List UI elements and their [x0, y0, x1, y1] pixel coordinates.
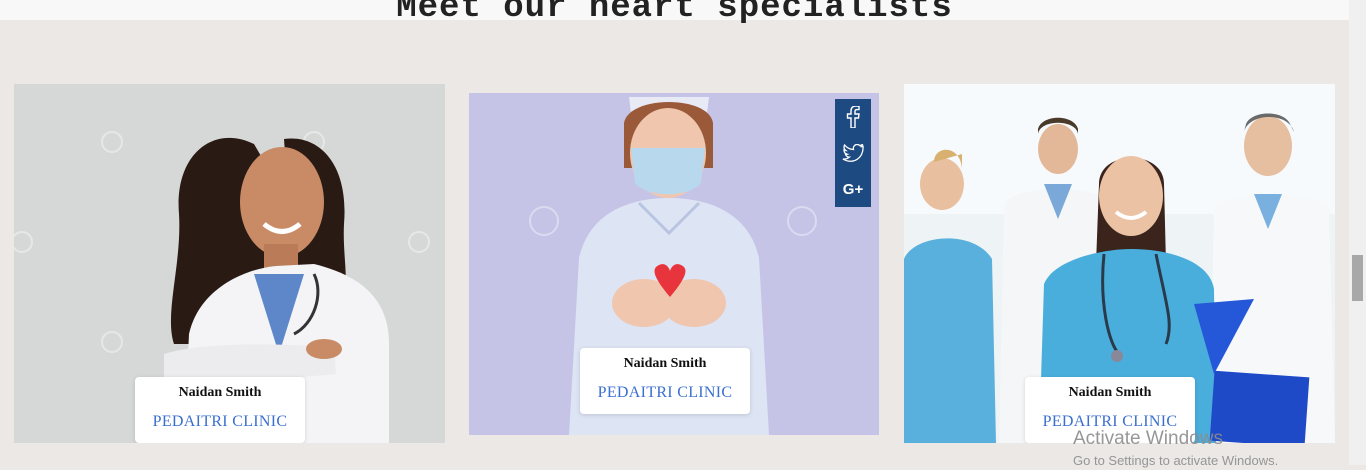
doctor-label-2: Naidan Smith PEDAITRI CLINIC: [580, 348, 750, 414]
activate-windows-hint: Go to Settings to activate Windows.: [1073, 453, 1279, 468]
doctor-name: Naidan Smith: [178, 385, 262, 400]
activate-windows-watermark: Activate Windows Go to Settings to activ…: [1073, 428, 1278, 470]
scrollbar-thumb[interactable]: [1352, 255, 1363, 301]
facebook-icon[interactable]: [835, 99, 871, 135]
doctor-card-3[interactable]: Naidan Smith PEDAITRI CLINIC: [904, 84, 1335, 443]
doctor-name: Naidan Smith: [1068, 385, 1152, 400]
twitter-icon[interactable]: [835, 135, 871, 171]
doctor-label-1: Naidan Smith PEDAITRI CLINIC: [135, 377, 305, 443]
activate-windows-title: Activate Windows: [1073, 428, 1223, 449]
google-plus-icon[interactable]: G+: [835, 171, 871, 207]
doctor-card-2[interactable]: Naidan Smith PEDAITRI CLINIC: [469, 93, 879, 435]
doctor-clinic[interactable]: PEDAITRI CLINIC: [580, 384, 750, 402]
page-scrollbar[interactable]: [1349, 0, 1366, 465]
doctor-clinic[interactable]: PEDAITRI CLINIC: [135, 413, 305, 431]
social-share-bar: G+: [835, 99, 871, 207]
doctor-name: Naidan Smith: [623, 356, 707, 371]
section-title: Meet our heart specialists: [396, 0, 953, 27]
doctor-card-1[interactable]: Naidan Smith PEDAITRI CLINIC: [14, 84, 445, 443]
